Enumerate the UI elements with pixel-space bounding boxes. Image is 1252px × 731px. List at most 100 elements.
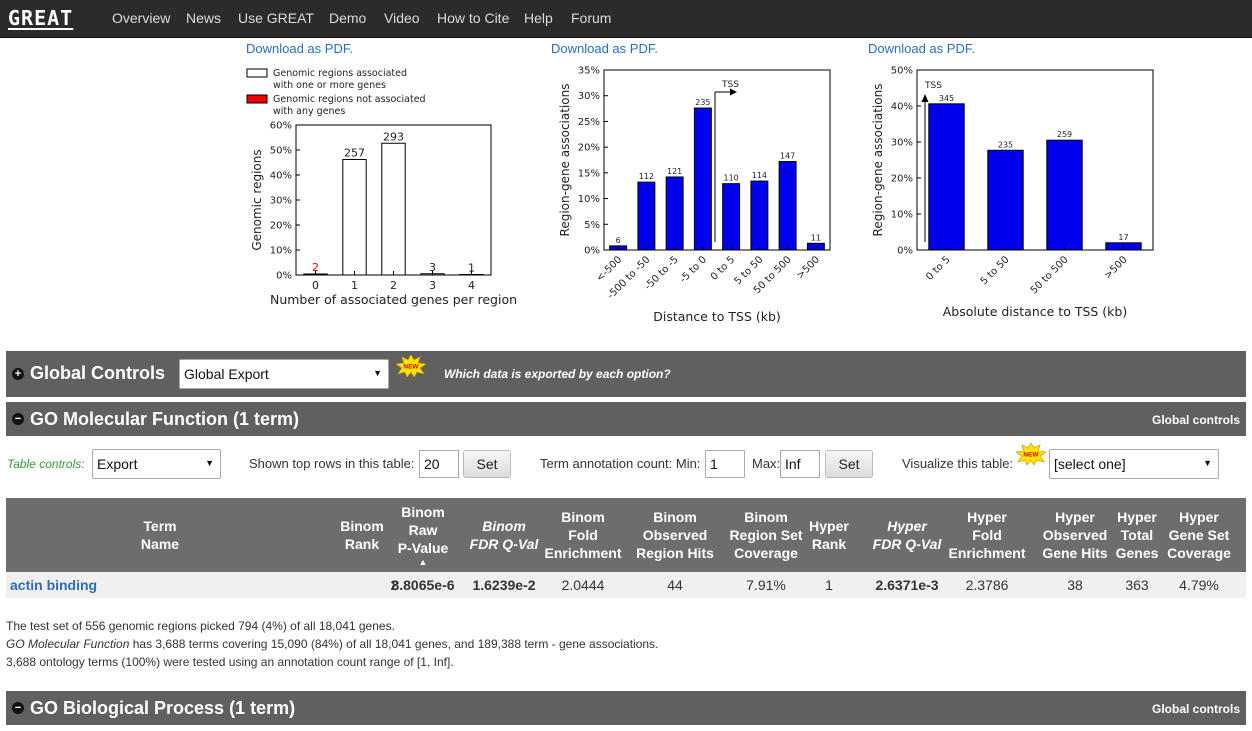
download-pdf-link-3[interactable]: Download as PDF. <box>868 41 975 56</box>
cell-binom-fold-enrichment: 2.0444 <box>561 577 605 593</box>
new-badge-icon: NEW <box>396 355 426 377</box>
export-help-link[interactable]: Which data is exported by each option? <box>444 367 671 381</box>
sort-arrow-icon: ▲ <box>418 557 428 567</box>
nav-forum[interactable]: Forum <box>571 10 611 26</box>
x-axis-label: Distance to TSS (kb) <box>653 309 781 324</box>
column-header-binom-rank[interactable]: Binom Rank <box>332 517 392 553</box>
x-tick-label: >500 <box>795 254 822 281</box>
x-tick-label: >500 <box>1102 254 1129 281</box>
great-logo[interactable]: GREAT <box>8 6 73 30</box>
chart-distance-to-tss: 0% 5% 10% 15% 20% 25% 30% 35% Region-gene associ… <box>558 66 831 324</box>
global-export-select[interactable]: Global Export ▼ <box>179 359 389 389</box>
y-tick-label: 0% <box>897 246 913 257</box>
table-controls-label: Table controls: <box>7 457 85 471</box>
y-tick-label: 5% <box>584 220 600 231</box>
go-bp-global-controls-link[interactable]: Global controls <box>1152 702 1240 716</box>
column-header-hyper-rank[interactable]: Hyper Rank <box>799 517 859 553</box>
x-tick-label: 1 <box>351 279 358 292</box>
bar <box>928 103 965 251</box>
y-tick-label: 15% <box>578 168 600 179</box>
x-axis-label: Number of associated genes per region <box>270 292 517 307</box>
column-header-hyper-total-genes[interactable]: Hyper Total Genes <box>1112 508 1162 562</box>
y-tick-label: 10% <box>270 246 292 257</box>
nav-news[interactable]: News <box>186 10 221 26</box>
bar <box>665 176 684 251</box>
x-tick-label: 0 <box>312 279 319 292</box>
bar-value-label: 293 <box>383 130 404 143</box>
bar <box>637 181 656 251</box>
bar-value-label: 6 <box>616 236 621 245</box>
collapse-icon[interactable]: − <box>12 702 24 714</box>
bar-value-label: 17 <box>1118 233 1128 242</box>
column-header-hyper-observed-gene-hits[interactable]: Hyper Observed Gene Hits <box>1030 508 1120 562</box>
column-header-term-name[interactable]: Term Name <box>90 517 230 553</box>
tss-arrow-head <box>921 94 929 102</box>
column-header-hyper-fdr-q-val[interactable]: Hyper FDR Q-Val <box>867 517 947 553</box>
column-header-binom-raw-p-value[interactable]: Binom Raw P-Value ▲ <box>388 503 458 567</box>
table-row: actin binding 2 8.8065e-6 1.6239e-2 2.0444 44… <box>6 572 1246 598</box>
visualize-label: Visualize this table: <box>902 456 1014 471</box>
y-tick-label: 50% <box>270 146 292 157</box>
x-tick-label: 3 <box>429 279 436 292</box>
y-axis-label: Region-gene associations <box>558 84 572 237</box>
top-rows-set-button[interactable]: Set <box>463 450 511 478</box>
bar-value-label: 121 <box>667 167 682 176</box>
chart-absolute-distance-to-tss: 0% 10% 20% 30% 40% 50% Region-gene association… <box>871 66 1154 319</box>
annotation-min-input[interactable]: 1 <box>705 450 745 478</box>
annotation-count-label: Term annotation count: Min: <box>540 456 701 471</box>
global-controls-title[interactable]: Global Controls <box>30 363 165 384</box>
legend-swatch-not-associated <box>246 94 268 104</box>
y-tick-label: 10% <box>578 194 600 205</box>
y-tick-label: 20% <box>578 143 600 154</box>
y-tick-label: 40% <box>270 171 292 182</box>
top-nav-bar: GREAT Overview News Use GREAT Demo Video… <box>0 0 1252 38</box>
new-badge-text: NEW <box>403 364 419 371</box>
go-mf-title[interactable]: GO Molecular Function (1 term) <box>30 409 299 430</box>
cell-hyper-rank: 1 <box>825 577 833 593</box>
collapse-icon[interactable]: − <box>12 413 24 425</box>
visualize-select[interactable]: [select one] ▼ <box>1049 449 1219 479</box>
table-export-select[interactable]: Export ▼ <box>92 449 221 479</box>
y-tick-label: 25% <box>578 117 600 128</box>
nav-overview[interactable]: Overview <box>112 10 170 26</box>
x-axis-label: Absolute distance to TSS (kb) <box>943 304 1127 319</box>
download-pdf-link-1[interactable]: Download as PDF. <box>246 41 353 56</box>
download-pdf-link-2[interactable]: Download as PDF. <box>551 41 658 56</box>
nav-how-to-cite[interactable]: How to Cite <box>437 10 509 26</box>
annotation-set-button[interactable]: Set <box>825 450 873 478</box>
top-rows-input[interactable]: 20 <box>419 450 459 478</box>
legend-label-not-associated-1: Genomic regions not associated <box>273 94 426 105</box>
column-header-binom-observed-region-hits[interactable]: Binom Observed Region Hits <box>630 508 720 562</box>
y-tick-label: 20% <box>270 221 292 232</box>
x-tick-label: 4 <box>468 279 475 292</box>
y-tick-label: 40% <box>891 102 913 113</box>
ontology-name: GO Molecular Function <box>6 637 130 651</box>
cell-binom-fdr-q-val: 1.6239e-2 <box>472 577 536 593</box>
summary-line-1: The test set of 556 genomic regions pick… <box>6 619 395 633</box>
cell-hyper-fold-enrichment: 2.3786 <box>965 577 1009 593</box>
bar-value-label: 257 <box>344 147 365 160</box>
nav-use-great[interactable]: Use GREAT <box>238 10 314 26</box>
nav-help[interactable]: Help <box>524 10 553 26</box>
y-tick-label: 10% <box>891 210 913 221</box>
column-header-hyper-gene-set-coverage[interactable]: Hyper Gene Set Coverage <box>1164 508 1234 562</box>
cell-hyper-gene-set-coverage: 4.79% <box>1179 577 1219 593</box>
bar-value-label: 110 <box>723 174 738 183</box>
x-tick-label: 0 to 5 <box>924 254 952 282</box>
column-header-binom-fold-enrichment[interactable]: Binom Fold Enrichment <box>543 508 623 562</box>
nav-demo[interactable]: Demo <box>329 10 366 26</box>
column-header-binom-fdr-q-val[interactable]: Binom FDR Q-Val <box>464 517 544 553</box>
bar-value-label: 259 <box>1057 130 1072 139</box>
y-axis-label: Region-gene associations <box>871 84 885 237</box>
bar <box>381 142 406 276</box>
nav-video[interactable]: Video <box>384 10 420 26</box>
go-bp-title[interactable]: GO Biological Process (1 term) <box>30 698 295 719</box>
summary-line-3: 3,688 ontology terms (100%) were tested … <box>6 655 454 669</box>
expand-icon[interactable]: + <box>12 368 24 380</box>
annotation-max-input[interactable]: Inf <box>780 450 820 478</box>
column-header-binom-region-set-coverage[interactable]: Binom Region Set Coverage <box>721 508 811 562</box>
chevron-down-icon: ▼ <box>1203 458 1212 468</box>
column-header-hyper-fold-enrichment[interactable]: Hyper Fold Enrichment <box>947 508 1027 562</box>
term-link[interactable]: actin binding <box>10 577 97 593</box>
go-mf-global-controls-link[interactable]: Global controls <box>1152 413 1240 427</box>
